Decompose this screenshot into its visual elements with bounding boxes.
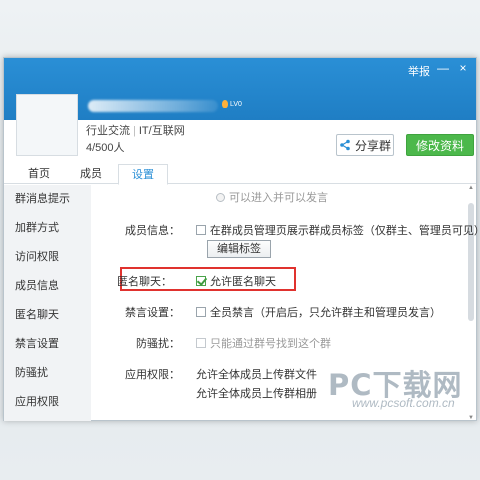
checkbox-icon xyxy=(196,338,206,348)
tab-bar: 首页 成员 设置 xyxy=(4,164,476,185)
share-label: 分享群 xyxy=(354,138,391,153)
join-option-radio[interactable]: 可以进入并可以发言 xyxy=(216,189,328,205)
checkbox-icon xyxy=(196,307,206,317)
tab-home[interactable]: 首页 xyxy=(14,164,64,184)
member-tag-checkbox[interactable]: 在群成员管理页展示群成员标签（仅群主、管理员可见） xyxy=(196,222,480,238)
report-button[interactable]: 举报 xyxy=(408,63,430,79)
watermark-url: www.pcsoft.com.cn xyxy=(352,396,455,410)
scroll-thumb[interactable] xyxy=(468,203,474,321)
edit-profile-button[interactable]: 修改资料 xyxy=(406,134,474,156)
level-text: LV0 xyxy=(230,100,242,108)
tag-category: IT/互联网 xyxy=(138,125,185,137)
edit-tags-button[interactable]: 编辑标签 xyxy=(207,240,271,258)
minimize-icon[interactable]: — xyxy=(436,61,450,75)
app-permission-line1: 允许全体成员上传群文件 xyxy=(196,369,317,381)
member-tag-option: 在群成员管理页展示群成员标签（仅群主、管理员可见） xyxy=(209,225,480,237)
sidebar-item-mute[interactable]: 禁言设置 xyxy=(4,330,91,359)
app-permission-label: 应用权限： xyxy=(125,369,180,381)
checkbox-icon xyxy=(196,225,206,235)
flame-icon xyxy=(222,100,228,108)
tag-separator: | xyxy=(133,125,136,137)
tag-industry: 行业交流 xyxy=(86,125,130,137)
share-group-button[interactable]: 分享群 xyxy=(336,134,394,156)
sidebar-item-anti-harass[interactable]: 防骚扰 xyxy=(4,359,91,388)
sidebar-item-app-permission[interactable]: 应用权限 xyxy=(4,388,91,417)
checkmark-icon xyxy=(196,276,206,286)
settings-scrollbar[interactable]: ▲ ▼ xyxy=(467,185,475,421)
mute-option: 全员禁言（开启后，只允许群主和管理员发言） xyxy=(210,307,441,319)
scroll-up-icon[interactable]: ▲ xyxy=(467,185,475,191)
anti-harass-option: 只能通过群号找到这个群 xyxy=(210,338,331,350)
app-permission-line2: 允许全体成员上传群相册 xyxy=(196,388,317,400)
sidebar-item-access[interactable]: 访问权限 xyxy=(4,243,91,272)
share-icon xyxy=(340,139,350,151)
anti-harass-checkbox[interactable]: 只能通过群号找到这个群 xyxy=(196,335,331,351)
group-tags: 行业交流 | IT/互联网 xyxy=(86,122,185,138)
member-info-label: 成员信息： xyxy=(125,225,180,237)
mute-label: 禁言设置： xyxy=(125,307,180,319)
tab-members[interactable]: 成员 xyxy=(66,164,116,184)
scroll-down-icon[interactable]: ▼ xyxy=(467,415,475,421)
sidebar-item-member-info[interactable]: 成员信息 xyxy=(4,272,91,301)
mute-all-checkbox[interactable]: 全员禁言（开启后，只允许群主和管理员发言） xyxy=(196,304,441,320)
group-name-blurred xyxy=(88,100,218,112)
settings-sidebar: 群消息提示 加群方式 访问权限 成员信息 匿名聊天 禁言设置 防骚扰 应用权限 xyxy=(4,185,91,421)
anti-harass-label: 防骚扰： xyxy=(136,338,180,350)
group-avatar[interactable] xyxy=(16,94,78,156)
anonymous-option: 允许匿名聊天 xyxy=(210,276,276,288)
tab-settings[interactable]: 设置 xyxy=(118,164,168,185)
sidebar-item-message-alert[interactable]: 群消息提示 xyxy=(4,185,91,214)
close-icon[interactable]: × xyxy=(456,61,470,75)
radio-icon xyxy=(216,192,225,202)
anonymous-checkbox[interactable]: 允许匿名聊天 xyxy=(196,273,276,289)
join-option-label: 可以进入并可以发言 xyxy=(229,192,328,204)
member-count: 4/500人 xyxy=(86,142,125,154)
sidebar-item-anonymous[interactable]: 匿名聊天 xyxy=(4,301,91,330)
anonymous-label: 匿名聊天： xyxy=(117,276,172,288)
group-level-badge: LV0 xyxy=(222,100,242,108)
sidebar-item-join-method[interactable]: 加群方式 xyxy=(4,214,91,243)
